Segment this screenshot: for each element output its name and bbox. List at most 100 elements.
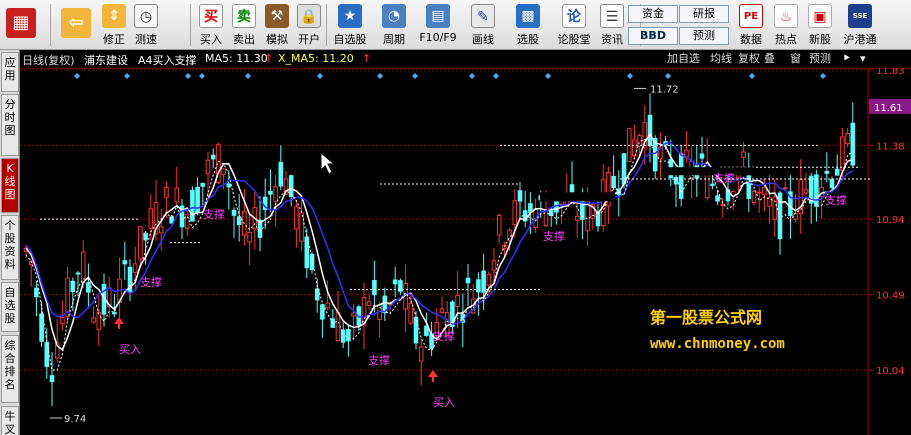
price-tick-label: 10.94 (876, 215, 905, 226)
clock-icon: ◔ (382, 4, 406, 28)
toolbar-button-9[interactable]: ◔ 周期 (375, 2, 413, 48)
candle-body (814, 174, 819, 207)
candle-body (268, 190, 273, 195)
chart-control-2[interactable]: 复权 (738, 51, 760, 67)
stopwatch-icon: ◷ (134, 4, 158, 28)
sidebar-tab-3[interactable]: 个股资料 (1, 215, 19, 280)
toolbar-small-button-3[interactable]: 预测 (679, 27, 729, 45)
toolbar-button-18[interactable]: SSE HKE 沪港通 (840, 2, 880, 48)
candle-body (138, 226, 143, 260)
sidebar-tab-2[interactable]: K线图 (1, 158, 19, 213)
chart-header: 日线(复权) 浦东建设 A4买入支撑 MA5: 11.30 ↑ X_MA5: 1… (20, 50, 911, 68)
chart-control-3[interactable]: 叠 (764, 51, 775, 67)
ma5-value: MA5: 11.30 (205, 52, 268, 65)
toolbar-button-2[interactable]: ⇕ 修正 (99, 2, 129, 48)
sidebar-tab-5[interactable]: 综合排名 (1, 335, 19, 403)
support-label: 支撑 (433, 329, 455, 343)
candle-body (190, 189, 195, 222)
toolbar-button-4[interactable]: 买买入 (196, 2, 226, 48)
toolbar-small-button-1[interactable]: 研报 (679, 5, 729, 23)
candle-body (174, 187, 180, 203)
candle-body (132, 263, 138, 273)
candle-body (75, 272, 81, 275)
price-tick-label: 11.83 (876, 68, 905, 77)
candle-body (751, 190, 757, 203)
toolbar-button-3[interactable]: ◷ 测速 (131, 2, 161, 48)
candle-body (840, 136, 845, 172)
kline-chart[interactable]: 11.8311.3810.9410.4910.0411.61支撑支撑支撑支撑支撑… (20, 68, 911, 435)
toolbar-button-16[interactable]: ♨ 热点 (771, 2, 801, 48)
toolbar-button-label: 买入 (200, 33, 222, 46)
candle-body (346, 329, 351, 342)
chart-menu-icon[interactable]: ▾ (860, 51, 866, 67)
sidebar-tab-1[interactable]: 分时图 (1, 94, 19, 156)
signal-diamond-icon (412, 73, 418, 79)
signal-diamond-icon (74, 73, 80, 79)
low-price-label: 9.74 (64, 414, 86, 425)
candle-body (148, 208, 154, 229)
period-label[interactable]: 日线(复权) (22, 52, 75, 68)
toolbar-button-7[interactable]: 🔒 开户 (294, 2, 324, 48)
pe-icon: PE (739, 4, 763, 28)
toolbar-button-12[interactable]: ▩ 选股 (508, 2, 548, 48)
pen-icon: ✎ (471, 4, 495, 28)
up-down-arrow-icon: ⇕ (102, 4, 126, 28)
toolbar-button-10[interactable]: ▤ F10/F9 (418, 2, 458, 48)
candle-body (512, 200, 518, 225)
signal-diamond-icon (665, 73, 671, 79)
toolbar-button-11[interactable]: ✎ 画线 (463, 2, 503, 48)
support-label: 支撑 (203, 207, 225, 221)
watermark-title: 第一股票公式网 (650, 308, 762, 327)
chart-control-0[interactable]: 加自选 (667, 51, 700, 67)
toolbar-button-6[interactable]: ⚒ 模拟 (262, 2, 292, 48)
chart-control-4[interactable]: 窗 (790, 51, 801, 67)
chart-control-5[interactable]: 预测 (809, 51, 831, 67)
candle-body (247, 231, 252, 243)
candle-body (231, 209, 237, 216)
candle-body (486, 273, 492, 286)
toolbar-button-label: 修正 (103, 33, 125, 46)
toolbar-button-13[interactable]: 论论股堂 (554, 2, 594, 48)
chart-control-1[interactable]: 均线 (710, 51, 732, 67)
sidebar-tab-4[interactable]: 自选股 (1, 282, 19, 332)
toolbar-button-15[interactable]: PE 数据 (736, 2, 766, 48)
toolbar-button-label: 自选股 (333, 33, 367, 46)
toolbar-button-label: 模拟 (266, 33, 288, 46)
candle-body (288, 175, 294, 198)
candle-body (205, 159, 211, 175)
toolbar-button-5[interactable]: 卖卖出 (229, 2, 259, 48)
panel-toggle-arrow-icon[interactable]: ⯈ (842, 51, 851, 67)
candle-body (834, 168, 840, 176)
candle-body (418, 346, 424, 362)
candle-body (325, 302, 330, 309)
stock-name: 浦东建设 (84, 54, 128, 67)
toolbar-button-8[interactable]: ★ 自选股 (330, 2, 370, 48)
indicator-name[interactable]: A4买入支撑 (138, 52, 197, 68)
main-toolbar: ▦ ⇦ ⇕ 修正 ◷ 测速 买买入卖卖出 ⚒ 模拟 🔒 开户 ★ 自选股 ◔ 周期 ▤ F10/F9 ✎ 画线 ▩ 选股… (0, 0, 911, 50)
candle-body (60, 316, 65, 325)
candle-body (574, 215, 580, 221)
candle-body (829, 178, 835, 188)
buy-label: 买入 (433, 396, 455, 409)
mouse-cursor-icon (320, 151, 336, 175)
candle-body (762, 186, 767, 196)
forum-icon: 论 (562, 4, 586, 28)
candle-body (351, 312, 356, 317)
chart-select-icon: ▩ (516, 4, 540, 28)
toolbar-icon-button-0[interactable]: ▦ (3, 2, 39, 48)
candle-body (70, 280, 76, 292)
candle-body (439, 308, 445, 313)
sidebar-tab-0[interactable]: 应用 (1, 52, 19, 92)
toolbar-button-17[interactable]: ▣ 新股 (805, 2, 835, 48)
candle-body (210, 154, 216, 160)
toolbar-icon-button-1[interactable]: ⇦ (58, 2, 94, 48)
toolbar-button-14[interactable]: ☰ 资讯 (598, 2, 626, 48)
toolbar-small-button-0[interactable]: 资金 (628, 5, 678, 23)
price-tick-label: 11.38 (876, 141, 905, 152)
support-label: 支撑 (140, 275, 162, 289)
candle-body (39, 313, 44, 342)
toolbar-small-button-2[interactable]: BBD (628, 27, 678, 45)
price-tick-label: 10.04 (876, 366, 905, 377)
sidebar-tab-6[interactable]: 牛叉 (1, 406, 19, 435)
support-label: 支撑 (713, 171, 735, 185)
